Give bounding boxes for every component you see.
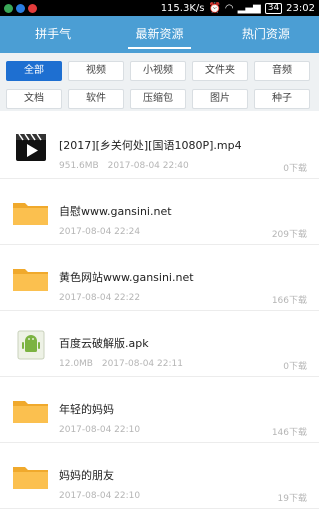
list-item[interactable]: 百度云破解版.apk 12.0MB 2017-08-04 22:11 0下载 [0,311,319,377]
filter-archive[interactable]: 压缩包 [130,89,186,109]
wifi-icon: ◠ [224,2,234,14]
folder-icon [13,467,48,489]
folder-icon [13,269,48,291]
item-name: 自慰www.gansini.net [59,205,172,218]
item-download-count: 0下载 [283,362,307,372]
status-bar: 115.3K/s ⏰ ◠ ▂▄▆ 34 23:02 [0,0,319,16]
item-name: 黄色网站www.gansini.net [59,271,194,284]
resource-list: [2017][乡关何处][国语1080P].mp4 951.6MB 2017-0… [0,113,319,509]
list-item[interactable]: [2017][乡关何处][国语1080P].mp4 951.6MB 2017-0… [0,113,319,179]
clock: 23:02 [286,2,315,14]
filter-all[interactable]: 全部 [6,61,62,81]
category-filters: 全部 视频 小视频 文件夹 音频 文档 软件 压缩包 图片 种子 [0,53,319,111]
item-name: 妈妈的朋友 [59,469,114,482]
filter-audio[interactable]: 音频 [254,61,310,81]
item-date: 2017-08-04 22:10 [59,425,141,435]
tab-hot-resources[interactable]: 热门资源 [213,16,319,53]
notification-icons [4,3,37,13]
item-name: [2017][乡关何处][国语1080P].mp4 [59,139,242,152]
app-notification-icon [4,3,13,13]
android-apk-icon [17,330,45,360]
list-item[interactable]: 年轻的妈妈 2017-08-04 22:10 146下载 [0,377,319,443]
item-name: 百度云破解版.apk [59,337,149,350]
item-size: 951.6MB [59,161,99,171]
item-download-count: 209下载 [271,230,307,240]
list-item[interactable]: 黄色网站www.gansini.net 2017-08-04 22:22 166… [0,245,319,311]
list-item[interactable]: 自慰www.gansini.net 2017-08-04 22:24 209下载 [0,179,319,245]
filter-document[interactable]: 文档 [6,89,62,109]
item-date: 2017-08-04 22:24 [59,227,141,237]
tab-bar: 拼手气 最新资源 热门资源 [0,16,319,53]
filter-software[interactable]: 软件 [68,89,124,109]
item-date: 2017-08-04 22:40 [107,161,189,171]
filter-torrent[interactable]: 种子 [254,89,310,109]
list-item[interactable]: 妈妈的朋友 2017-08-04 22:10 19下载 [0,443,319,509]
filter-folder[interactable]: 文件夹 [192,61,248,81]
folder-icon [13,203,48,225]
battery-level: 34 [264,2,283,14]
tab-latest-resources[interactable]: 最新资源 [106,16,212,53]
filter-short-video[interactable]: 小视频 [130,61,186,81]
app-notification-icon [16,3,25,13]
item-date: 2017-08-04 22:10 [59,491,141,501]
filter-image[interactable]: 图片 [192,89,248,109]
folder-icon [13,401,48,423]
item-download-count: 166下载 [271,296,307,306]
item-download-count: 146下载 [271,428,307,438]
item-date: 2017-08-04 22:11 [101,359,183,369]
item-download-count: 0下载 [283,164,307,174]
item-download-count: 19下载 [277,494,307,504]
item-date: 2017-08-04 22:22 [59,293,141,303]
alarm-icon: ⏰ [208,2,221,14]
tab-lucky[interactable]: 拼手气 [0,16,106,53]
item-name: 年轻的妈妈 [59,403,114,416]
item-size: 12.0MB [59,359,93,369]
video-file-icon [16,133,46,161]
signal-icon: ▂▄▆ [237,2,261,14]
app-notification-icon [28,3,37,13]
network-speed: 115.3K/s [160,2,205,14]
filter-video[interactable]: 视频 [68,61,124,81]
